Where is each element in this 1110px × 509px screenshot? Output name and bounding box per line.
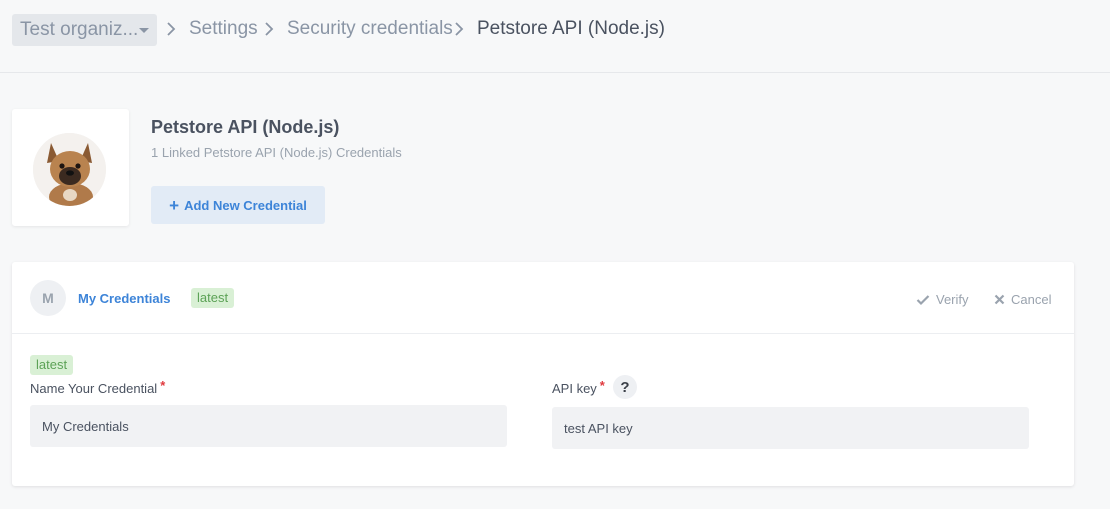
organization-select[interactable]: Test organiz...: [12, 14, 157, 46]
breadcrumb-security-credentials[interactable]: Security credentials: [287, 18, 453, 40]
cancel-label: Cancel: [1011, 292, 1052, 307]
credential-name-label-text: Name Your Credential: [30, 381, 158, 396]
api-logo-image: [33, 133, 106, 206]
credential-header: M My Credentials latest Verify Cancel: [12, 262, 1074, 334]
organization-select-value: Test organiz...: [20, 19, 139, 40]
api-key-label: API key *: [552, 378, 605, 396]
breadcrumb-bar: Test organiz... Settings Security creden…: [0, 0, 1110, 73]
verify-label: Verify: [936, 292, 969, 307]
add-new-credential-button[interactable]: + Add New Credential: [151, 186, 325, 224]
api-logo-card: [12, 109, 129, 226]
cancel-button[interactable]: Cancel: [994, 292, 1051, 307]
page-title: Petstore API (Node.js): [151, 117, 340, 137]
chevron-right-icon: [264, 22, 278, 40]
required-mark: *: [599, 378, 605, 393]
api-key-label-text: API key: [552, 381, 597, 396]
credential-name[interactable]: My Credentials: [78, 291, 170, 306]
verify-button[interactable]: Verify: [916, 292, 969, 307]
avatar: M: [30, 280, 66, 316]
version-badge: latest: [30, 355, 74, 375]
plus-icon: +: [169, 195, 180, 215]
breadcrumb-settings[interactable]: Settings: [189, 18, 258, 40]
close-icon: [994, 294, 1005, 305]
caret-down-icon: [139, 28, 149, 33]
chevron-right-icon: [166, 22, 180, 40]
credential-card: M My Credentials latest Verify Cancel la…: [12, 262, 1074, 486]
check-icon: [916, 294, 930, 305]
api-key-input[interactable]: [552, 407, 1029, 449]
add-new-credential-label: Add New Credential: [184, 197, 307, 213]
breadcrumb-current: Petstore API (Node.js): [477, 18, 665, 39]
credential-name-label: Name Your Credential *: [30, 378, 166, 396]
chevron-right-icon: [454, 22, 468, 40]
linked-credentials-count: 1 Linked Petstore API (Node.js) Credenti…: [151, 145, 402, 160]
credential-name-input[interactable]: [30, 405, 507, 447]
required-mark: *: [160, 378, 166, 393]
help-icon[interactable]: ?: [613, 375, 637, 399]
status-badge: latest: [191, 288, 235, 308]
